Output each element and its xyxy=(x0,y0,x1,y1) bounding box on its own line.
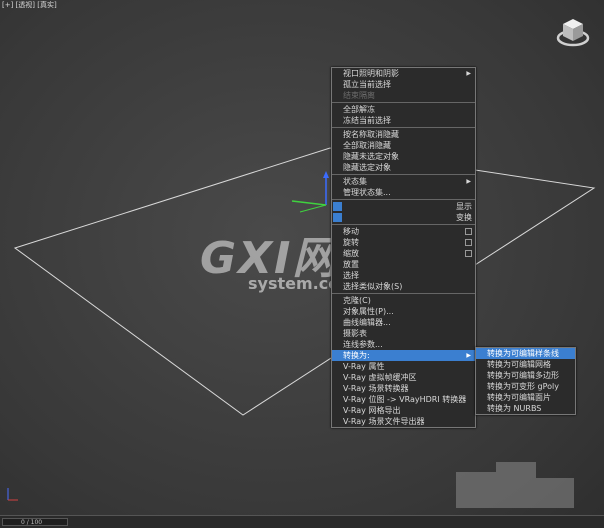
submenu-arrow-icon: ▶ xyxy=(466,352,471,359)
menu-item-label: 转换为可变形 gPoly xyxy=(487,382,560,391)
quad-menu: 视口照明和阴影 ▶ 孤立当前选择 结束隔离 全部解冻 冻结当前选择 按名称取消隐… xyxy=(331,67,476,428)
blur-block xyxy=(536,478,574,508)
menu-item-manage-state-sets[interactable]: 管理状态集... xyxy=(332,187,475,198)
menu-item-label: 转换为 NURBS xyxy=(487,404,542,413)
menu-item-label: 转换为: xyxy=(343,351,370,360)
perspective-viewport[interactable]: [+] [透视] [真实] GXI网 system.com xyxy=(0,0,604,527)
menu-item-vray-mesh-export[interactable]: V-Ray 网格导出 xyxy=(332,405,475,416)
menu-item-label: 状态集 xyxy=(343,177,367,186)
menu-item-label: 视口照明和阴影 xyxy=(343,69,399,78)
menu-item-label: V-Ray 网格导出 xyxy=(343,406,401,415)
menu-item-select-similar[interactable]: 选择类似对象(S) xyxy=(332,281,475,292)
menu-item-label: 摄影表 xyxy=(343,329,367,338)
menu-item-label: 全部解冻 xyxy=(343,105,375,114)
menu-item-scale[interactable]: 缩放 xyxy=(332,248,475,259)
quad-label: 显示 xyxy=(456,202,472,211)
menu-item-label: V-Ray 虚拟帧缓冲区 xyxy=(343,373,417,382)
menu-item-rotate[interactable]: 旋转 xyxy=(332,237,475,248)
menu-separator xyxy=(332,127,475,128)
menu-item-label: 选择 xyxy=(343,271,359,280)
menu-item-vray-frame-buffer[interactable]: V-Ray 虚拟帧缓冲区 xyxy=(332,372,475,383)
menu-separator xyxy=(332,174,475,175)
menu-item-unfreeze-all[interactable]: 全部解冻 xyxy=(332,104,475,115)
quad-header-transform: 变换 xyxy=(332,212,475,223)
menu-item-hide-unselected[interactable]: 隐藏未选定对象 xyxy=(332,151,475,162)
viewcube-icon[interactable] xyxy=(556,16,590,50)
menu-item-vray-properties[interactable]: V-Ray 属性 xyxy=(332,361,475,372)
menu-item-label: 移动 xyxy=(343,227,359,236)
menu-item-unhide-by-name[interactable]: 按名称取消隐藏 xyxy=(332,129,475,140)
menu-item-label: 选择类似对象(S) xyxy=(343,282,403,291)
time-slider[interactable]: 0 / 100 xyxy=(2,518,68,526)
transform-gizmo xyxy=(291,171,329,213)
submenu-item-deformable-gpoly[interactable]: 转换为可变形 gPoly xyxy=(476,381,575,392)
menu-item-label: 放置 xyxy=(343,260,359,269)
quad-color-swatch xyxy=(333,202,342,211)
menu-item-label: 旋转 xyxy=(343,238,359,247)
menu-separator xyxy=(332,224,475,225)
menu-separator xyxy=(332,293,475,294)
time-slider-bar: 0 / 100 xyxy=(0,515,604,528)
menu-item-hide-selection[interactable]: 隐藏选定对象 xyxy=(332,162,475,173)
menu-item-label: 转换为可编辑网格 xyxy=(487,360,551,369)
submenu-arrow-icon: ▶ xyxy=(466,70,471,77)
submenu-item-editable-mesh[interactable]: 转换为可编辑网格 xyxy=(476,359,575,370)
menu-item-unhide-all[interactable]: 全部取消隐藏 xyxy=(332,140,475,151)
blur-block xyxy=(456,472,496,508)
menu-item-label: 管理状态集... xyxy=(343,188,391,197)
menu-item-object-properties[interactable]: 对象属性(P)... xyxy=(332,306,475,317)
menu-item-label: 缩放 xyxy=(343,249,359,258)
menu-item-clone[interactable]: 克隆(C) xyxy=(332,295,475,306)
convert-to-submenu: 转换为可编辑样条线 转换为可编辑网格 转换为可编辑多边形 转换为可变形 gPol… xyxy=(475,347,576,415)
settings-box-icon[interactable] xyxy=(465,239,472,246)
menu-item-label: 隐藏未选定对象 xyxy=(343,152,399,161)
submenu-item-editable-spline[interactable]: 转换为可编辑样条线 xyxy=(476,348,575,359)
settings-box-icon[interactable] xyxy=(465,250,472,257)
menu-item-label: 转换为可编辑样条线 xyxy=(487,349,559,358)
world-axis-icon xyxy=(7,488,18,501)
menu-item-label: 隐藏选定对象 xyxy=(343,163,391,172)
menu-item-vray-bitmap-converter[interactable]: V-Ray 位图 -> VRayHDRI 转换器 xyxy=(332,394,475,405)
menu-item-place[interactable]: 放置 xyxy=(332,259,475,270)
submenu-arrow-icon: ▶ xyxy=(466,178,471,185)
quad-label: 变换 xyxy=(456,213,472,222)
menu-item-label: 结束隔离 xyxy=(343,91,375,100)
menu-item-label: V-Ray 场景转换器 xyxy=(343,384,409,393)
menu-item-label: 克隆(C) xyxy=(343,296,371,305)
menu-item-state-sets[interactable]: 状态集 ▶ xyxy=(332,176,475,187)
menu-item-label: 冻结当前选择 xyxy=(343,116,391,125)
menu-item-select[interactable]: 选择 xyxy=(332,270,475,281)
blur-block xyxy=(496,462,536,508)
menu-item-freeze-selection[interactable]: 冻结当前选择 xyxy=(332,115,475,126)
menu-item-label: 曲线编辑器... xyxy=(343,318,391,327)
menu-item-label: V-Ray 场景文件导出器 xyxy=(343,417,425,426)
menu-item-lighting[interactable]: 视口照明和阴影 ▶ xyxy=(332,68,475,79)
menu-separator xyxy=(332,102,475,103)
settings-box-icon[interactable] xyxy=(465,228,472,235)
menu-separator xyxy=(332,199,475,200)
menu-item-move[interactable]: 移动 xyxy=(332,226,475,237)
menu-item-label: 连线参数... xyxy=(343,340,383,349)
menu-item-end-isolate: 结束隔离 xyxy=(332,90,475,101)
menu-item-isolate[interactable]: 孤立当前选择 xyxy=(332,79,475,90)
submenu-item-editable-patch[interactable]: 转换为可编辑面片 xyxy=(476,392,575,403)
menu-item-label: 全部取消隐藏 xyxy=(343,141,391,150)
menu-item-vray-scene-converter[interactable]: V-Ray 场景转换器 xyxy=(332,383,475,394)
menu-item-label: 对象属性(P)... xyxy=(343,307,394,316)
menu-item-dope-sheet[interactable]: 摄影表 xyxy=(332,328,475,339)
menu-item-wire-parameters[interactable]: 连线参数... xyxy=(332,339,475,350)
menu-item-label: 转换为可编辑面片 xyxy=(487,393,551,402)
submenu-item-editable-poly[interactable]: 转换为可编辑多边形 xyxy=(476,370,575,381)
menu-item-label: V-Ray 位图 -> VRayHDRI 转换器 xyxy=(343,395,467,404)
menu-item-label: 孤立当前选择 xyxy=(343,80,391,89)
menu-item-label: 转换为可编辑多边形 xyxy=(487,371,559,380)
menu-item-label: V-Ray 属性 xyxy=(343,362,385,371)
quad-color-swatch xyxy=(333,213,342,222)
menu-item-vray-scene-export[interactable]: V-Ray 场景文件导出器 xyxy=(332,416,475,427)
quad-header-display: 显示 xyxy=(332,201,475,212)
menu-item-curve-editor[interactable]: 曲线编辑器... xyxy=(332,317,475,328)
menu-item-convert-to[interactable]: 转换为: ▶ xyxy=(332,350,475,361)
submenu-item-nurbs[interactable]: 转换为 NURBS xyxy=(476,403,575,414)
menu-item-label: 按名称取消隐藏 xyxy=(343,130,399,139)
